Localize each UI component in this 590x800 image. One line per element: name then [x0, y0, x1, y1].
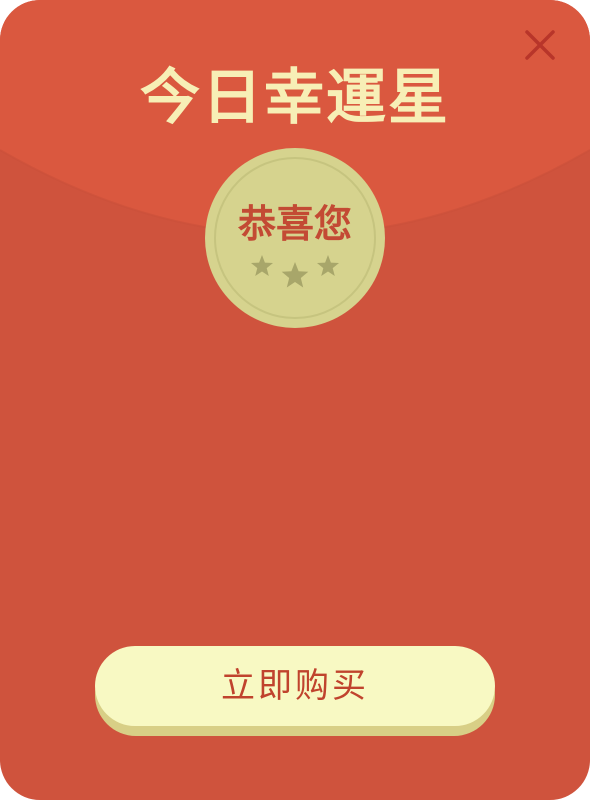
coin-text: 恭喜您: [237, 201, 352, 246]
star-icon: [251, 255, 273, 276]
star-icon: [317, 255, 339, 276]
buy-now-button[interactable]: 立即购买: [95, 646, 495, 736]
red-envelope-popup: 今日幸運星 恭喜您 立即购买: [0, 0, 590, 800]
popup-title: 今日幸運星: [140, 63, 450, 133]
buy-now-label: 立即购买: [221, 666, 369, 706]
star-icon: [281, 262, 309, 288]
star-row: [251, 255, 339, 288]
